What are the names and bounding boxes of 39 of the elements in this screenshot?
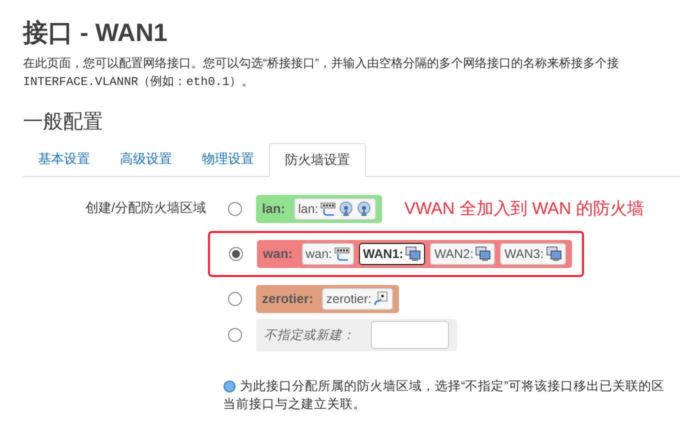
radio-button[interactable] [228,328,242,342]
monitor-icon [546,246,562,262]
tunnel-icon [373,291,390,307]
tab[interactable]: 物理设置 [187,142,269,176]
help-text: 为此接口分配所属的防火墙区域，选择“不指定”可将该接口移出已关联的区 [240,378,664,395]
description-text: 在此页面，您可以配置网络接口。您可以勾选“桥接接口”，并输入由空格分隔的多个网络接口的名称来桥接多个接 [23,55,620,72]
annotation-text: VWAN 全加入到 WAN 的防火墙 [404,198,644,220]
wireless-icon [356,201,372,217]
description-text: INTERFACE.VLANNR（例如：eth0.1）。 [23,73,254,91]
tab[interactable]: 基本设置 [23,142,105,176]
network-chip: lan: [294,198,376,220]
help-text: 当前接口与之建立关联。 [223,396,366,413]
network-chip: wan: [302,243,354,265]
radio-button[interactable] [228,292,242,306]
wireless-icon [338,201,354,217]
network-chip: WAN1: [359,243,426,265]
zone-name-input[interactable] [371,321,449,349]
zone-chip[interactable]: lan: lan: [256,195,382,223]
network-chip: WAN3: [500,243,566,265]
network-chip: WAN2: [430,243,496,265]
new-zone-label: 不指定或新建： [264,326,355,344]
tab[interactable]: 防火墙设置 [269,143,366,177]
section-title: 一般配置 [23,110,104,135]
monitor-icon [405,246,422,262]
zone-name: wan: [263,245,293,264]
help-icon [223,380,236,392]
zone-name: lan: [262,200,286,218]
network-switch-icon [334,246,350,262]
zone-chip[interactable]: wan: wan: WAN1: WAN2: WAN3: [257,240,572,268]
radio-button[interactable] [229,247,243,261]
network-chip: zerotier: [322,288,394,310]
tab[interactable]: 高级设置 [105,142,187,176]
network-switch-icon [320,201,336,217]
radio-button[interactable] [228,202,242,216]
zone-name: zerotier: [262,290,314,308]
zone-chip[interactable]: zerotier: zerotier: [256,285,400,313]
field-label: 创建/分配防火墙区域 [84,199,206,217]
monitor-icon [475,246,492,262]
page-title: 接口 - WAN1 [23,18,168,48]
